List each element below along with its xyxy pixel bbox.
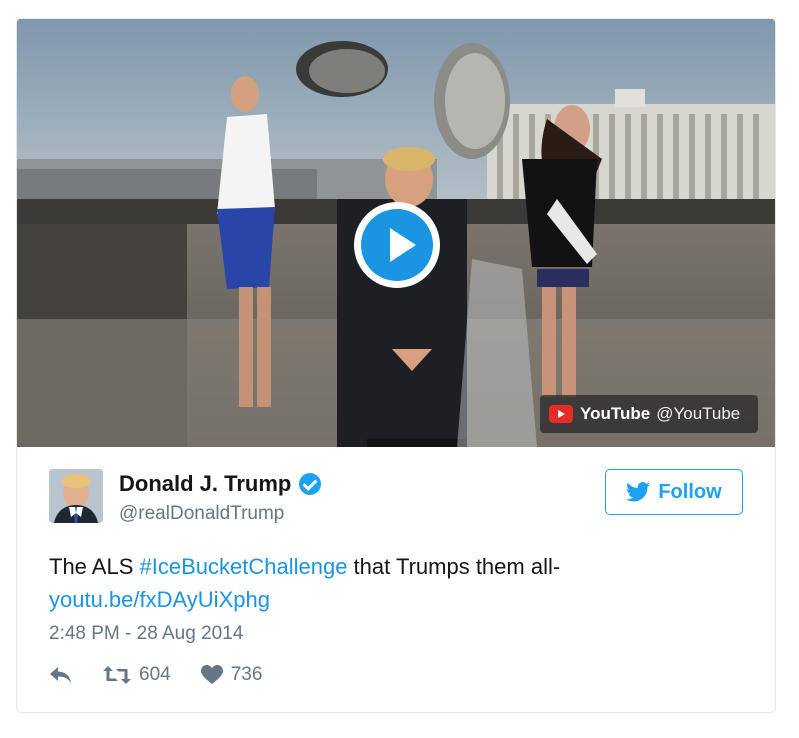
avatar[interactable] — [49, 469, 103, 523]
heart-icon — [200, 665, 223, 684]
follow-label: Follow — [658, 480, 722, 503]
like-count: 736 — [230, 664, 263, 685]
verified-badge-icon — [299, 473, 322, 495]
tweet-timestamp[interactable]: 2:48 PM - 28 Aug 2014 — [49, 623, 243, 645]
retweet-count: 604 — [139, 664, 171, 685]
youtube-attribution[interactable]: YouTube @YouTube — [540, 395, 758, 433]
like-button[interactable]: 736 — [200, 664, 263, 686]
tweet-text: The ALS #IceBucketChallenge that Trumps … — [49, 550, 749, 616]
youtube-provider-name: YouTube — [580, 404, 651, 423]
hashtag-link[interactable]: #IceBucketChallenge — [140, 554, 348, 579]
avatar-image — [49, 469, 103, 523]
tweet-text-suffix: that Trumps them all- — [347, 554, 561, 579]
name-row: Donald J. Trump — [119, 471, 322, 497]
tweet-text-prefix: The ALS — [49, 554, 140, 579]
follow-button[interactable]: Follow — [605, 469, 743, 515]
reply-icon — [50, 667, 71, 683]
retweet-icon — [103, 666, 131, 684]
play-icon — [361, 209, 433, 281]
twitter-bird-icon — [626, 482, 651, 502]
tweet-actions: 604 736 — [49, 664, 262, 686]
author-handle[interactable]: @realDonaldTrump — [119, 503, 284, 525]
retweet-button[interactable]: 604 — [103, 664, 171, 686]
play-button[interactable] — [354, 202, 440, 288]
video-thumbnail[interactable]: YouTube @YouTube — [17, 19, 775, 447]
youtube-logo-icon — [549, 405, 573, 423]
tweet-url-link[interactable]: youtu.be/fxDAyUiXphg — [49, 587, 270, 612]
author-display-name[interactable]: Donald J. Trump — [119, 471, 291, 497]
reply-button[interactable] — [49, 666, 73, 684]
tweet-card: YouTube @YouTube Donald J. Trump @realDo… — [16, 18, 776, 713]
youtube-provider-handle: @YouTube — [656, 404, 741, 423]
